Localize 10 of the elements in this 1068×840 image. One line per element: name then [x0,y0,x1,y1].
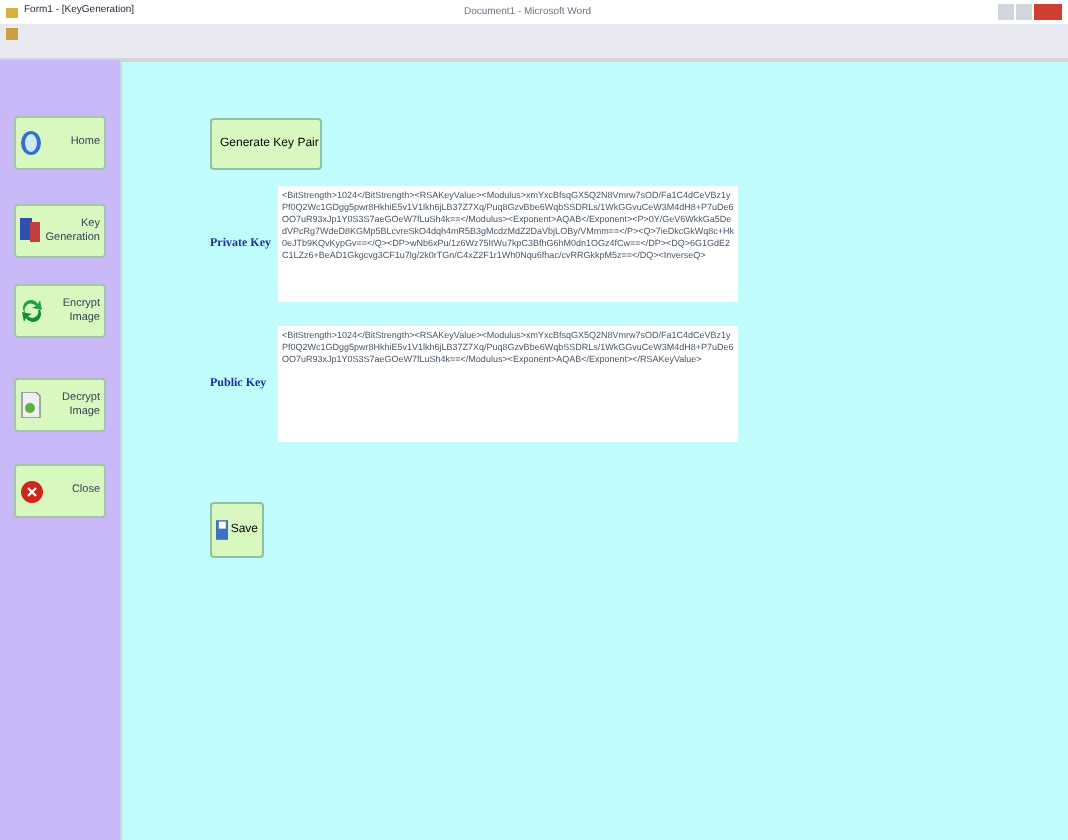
app-icon [6,5,20,19]
close-button[interactable] [1034,4,1062,20]
document-icon [20,392,42,418]
key-icon [20,218,42,244]
minimize-button[interactable] [998,4,1014,20]
maximize-button[interactable] [1016,4,1032,20]
globe-icon [20,130,42,156]
arrows-icon [20,298,44,324]
document-icon[interactable] [6,28,20,42]
close-icon [20,479,44,503]
